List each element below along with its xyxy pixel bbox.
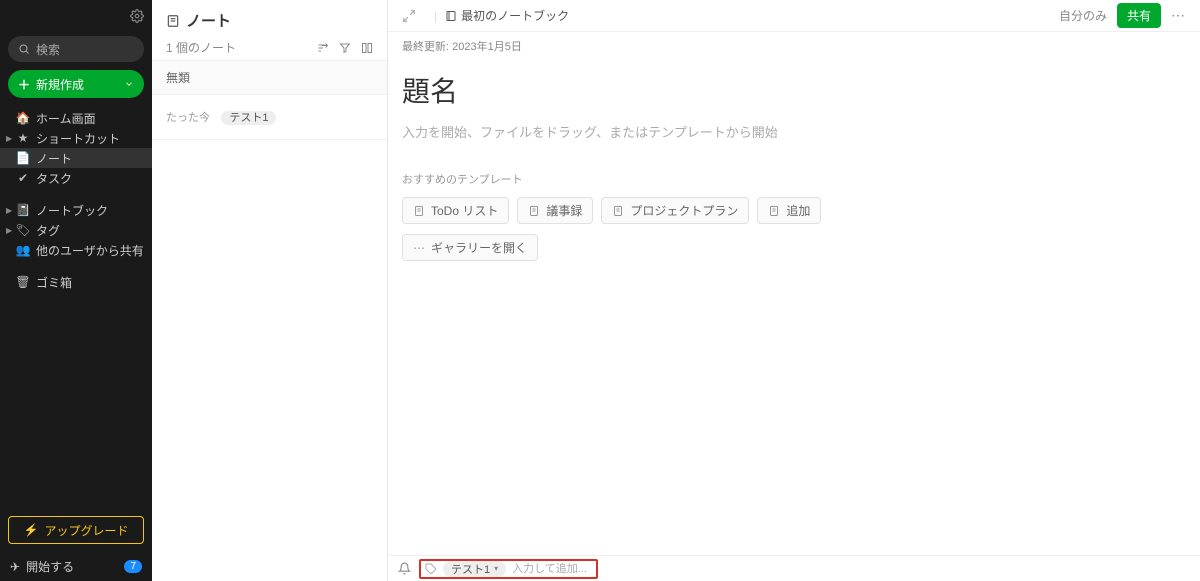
last-updated: 最終更新: 2023年1月5日 — [388, 32, 1200, 60]
note-count: 1 個のノート — [166, 39, 236, 56]
get-started-button[interactable]: ✈ 開始する 7 — [0, 552, 152, 581]
sidebar-item-shared[interactable]: 👥他のユーザから共有 — [0, 240, 152, 260]
note-icon: 📄 — [16, 151, 30, 165]
template-project[interactable]: プロジェクトプラン — [601, 197, 749, 224]
note-list-panel: ノート 1 個のノート 無類 たった今 テスト1 — [152, 0, 388, 581]
sidebar-item-shortcuts[interactable]: ▶★ショートカット — [0, 128, 152, 148]
editor-toolbar: | 最初のノートブック 自分のみ 共有 ⋯ — [388, 0, 1200, 32]
home-icon: 🏠 — [16, 111, 30, 125]
note-list-title: ノート — [166, 10, 373, 31]
upgrade-button[interactable]: ⚡ アップグレード — [8, 516, 144, 544]
sidebar: 検索 ＋ 新規作成 🏠ホーム画面 ▶★ショートカット 📄ノート ✔タスク ▶📓ノ… — [0, 0, 152, 581]
tag-chip[interactable]: テスト1 ▾ — [443, 561, 506, 577]
more-icon[interactable]: ⋯ — [1171, 7, 1186, 24]
chevron-right-icon: ▶ — [6, 206, 14, 215]
doc-icon — [768, 205, 780, 217]
template-gallery[interactable]: ⋯ ギャラリーを開く — [402, 234, 538, 261]
expand-icon[interactable] — [402, 9, 416, 23]
note-icon — [166, 14, 180, 28]
note-group-header: 無類 — [152, 60, 387, 95]
doc-icon — [413, 205, 425, 217]
trash-icon: 🗑 — [16, 275, 30, 289]
note-list-item[interactable]: たった今 テスト1 — [152, 95, 387, 140]
template-meeting[interactable]: 議事録 — [517, 197, 593, 224]
dots-icon: ⋯ — [413, 241, 425, 255]
lightning-icon: ⚡ — [24, 523, 39, 537]
people-icon: 👥 — [16, 243, 30, 257]
sidebar-item-home[interactable]: 🏠ホーム画面 — [0, 108, 152, 128]
note-editor: | 最初のノートブック 自分のみ 共有 ⋯ 最終更新: 2023年1月5日 題名… — [388, 0, 1200, 581]
share-button[interactable]: 共有 — [1117, 3, 1161, 28]
chevron-right-icon: ▶ — [6, 226, 14, 235]
reminder-icon[interactable] — [398, 562, 411, 575]
star-icon: ★ — [16, 131, 30, 145]
tag-icon[interactable] — [425, 563, 437, 575]
tag-input[interactable] — [512, 563, 592, 575]
chevron-down-icon: ▾ — [494, 564, 498, 573]
template-todo[interactable]: ToDo リスト — [402, 197, 509, 224]
sidebar-item-notes[interactable]: 📄ノート — [0, 148, 152, 168]
doc-icon — [528, 205, 540, 217]
filter-icon[interactable] — [339, 42, 351, 54]
sidebar-item-tasks[interactable]: ✔タスク — [0, 168, 152, 188]
note-title-input[interactable]: 題名 — [402, 70, 1186, 110]
view-icon[interactable] — [361, 42, 373, 54]
templates-label: おすすめのテンプレート — [402, 171, 1186, 187]
template-add[interactable]: 追加 — [757, 197, 821, 224]
sidebar-item-trash[interactable]: 🗑ゴミ箱 — [0, 272, 152, 292]
chevron-right-icon: ▶ — [6, 134, 14, 143]
doc-icon — [612, 205, 624, 217]
plus-icon: ＋ — [18, 76, 30, 93]
visibility-label[interactable]: 自分のみ — [1059, 7, 1107, 24]
templates-row: ToDo リスト 議事録 プロジェクトプラン 追加 — [402, 197, 1186, 224]
start-badge: 7 — [124, 560, 142, 573]
notebook-icon — [445, 10, 457, 22]
note-item-time: たった今 — [166, 112, 210, 124]
editor-footer: テスト1 ▾ — [388, 555, 1200, 581]
note-item-tag: テスト1 — [221, 111, 276, 125]
new-note-label: 新規作成 — [36, 76, 84, 93]
new-note-button[interactable]: ＋ 新規作成 — [8, 70, 144, 98]
sidebar-item-tags[interactable]: ▶🏷タグ — [0, 220, 152, 240]
tag-icon: 🏷 — [16, 223, 30, 237]
sidebar-item-notebooks[interactable]: ▶📓ノートブック — [0, 200, 152, 220]
search-placeholder: 検索 — [36, 41, 60, 58]
sidebar-nav: 🏠ホーム画面 ▶★ショートカット 📄ノート ✔タスク ▶📓ノートブック ▶🏷タグ… — [0, 108, 152, 292]
notebook-icon: 📓 — [16, 203, 30, 217]
sidebar-top — [0, 0, 152, 32]
notebook-selector[interactable]: 最初のノートブック — [445, 7, 569, 24]
note-body-placeholder[interactable]: 入力を開始、ファイルをドラッグ、またはテンプレートから開始 — [402, 122, 1186, 141]
search-icon — [18, 43, 30, 55]
sort-icon[interactable] — [317, 42, 329, 54]
search-input[interactable]: 検索 — [8, 36, 144, 62]
gear-icon[interactable] — [130, 9, 144, 23]
chevron-down-icon — [124, 79, 134, 89]
tag-area: テスト1 ▾ — [419, 559, 598, 579]
check-icon: ✔ — [16, 171, 30, 185]
paperplane-icon: ✈ — [10, 560, 20, 574]
